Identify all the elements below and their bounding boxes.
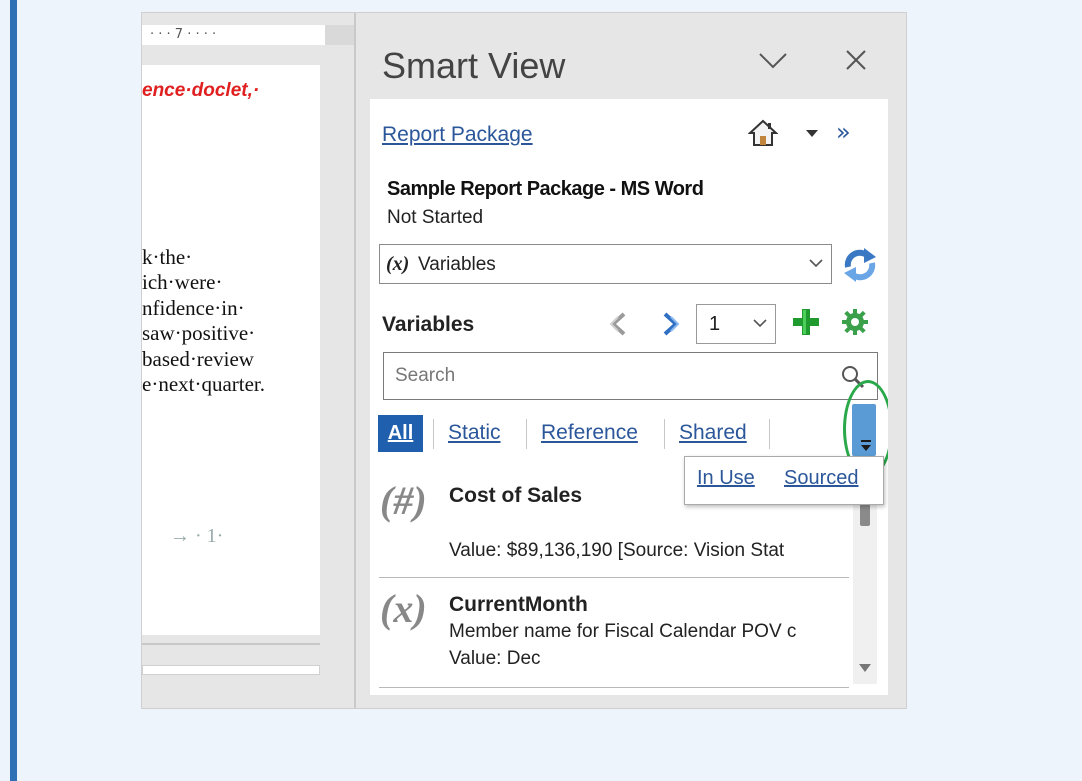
doc-line: nfidence·in· (142, 295, 245, 320)
doc-line: k·the· (142, 245, 193, 269)
filter-all-label: All (387, 422, 414, 444)
filter-divider (664, 419, 665, 449)
filter-static-label: Static (448, 421, 501, 444)
package-status: Not Started (387, 207, 484, 228)
page-separator (142, 643, 320, 645)
menu-item-in-use[interactable]: In Use (697, 467, 755, 490)
horizontal-scrollbar[interactable] (142, 665, 320, 675)
document-area: · · · 7 · · · · ence·doclet,· k·the· ich… (142, 13, 355, 708)
filter-tab-all[interactable]: All (378, 415, 423, 452)
menu-in-use-label: In Use (697, 467, 755, 489)
filter-shared-label: Shared (679, 421, 747, 444)
variables-glyph-icon: (x) (386, 253, 410, 275)
variables-heading: Variables (382, 313, 475, 336)
item-detail: Member name for Fiscal Calendar POV c (449, 621, 797, 642)
page-accent-bar (10, 0, 17, 781)
document-body-text: k·the· ich·were· nfidence·in· saw·positi… (142, 245, 265, 397)
report-package-link[interactable]: Report Package (382, 123, 533, 147)
page-number-value: 1 (709, 313, 721, 335)
item-divider (379, 577, 849, 578)
filter-tab-shared[interactable]: Shared (679, 421, 747, 445)
search-input[interactable] (384, 353, 837, 399)
pane-options-chevron-icon[interactable] (757, 49, 789, 73)
number-variable-icon: (#) (380, 478, 427, 523)
filter-overflow-menu: In Use Sourced (684, 456, 884, 505)
home-dropdown-arrow-icon[interactable] (806, 130, 818, 137)
page-number-select[interactable]: 1 (696, 304, 776, 344)
pane-splitter[interactable] (354, 13, 356, 708)
gear-icon[interactable] (841, 308, 869, 336)
text-variable-icon: (x) (380, 586, 427, 631)
doc-line: ich·were· (142, 270, 223, 295)
view-selector-value: Variables (418, 254, 496, 275)
scroll-down-arrow-icon[interactable] (859, 664, 871, 672)
previous-page-icon[interactable] (606, 311, 630, 337)
app-screenshot: · · · 7 · · · · ence·doclet,· k·the· ich… (141, 12, 907, 709)
report-package-label: Report Package (382, 123, 533, 146)
doc-line: based·review (142, 346, 254, 371)
doc-line: e·next·quarter. (142, 371, 266, 396)
ruler: · · · 7 · · · · (142, 25, 355, 45)
item-detail: Value: $89,136,190 [Source: Vision Stat (449, 540, 785, 561)
filter-divider (433, 419, 434, 449)
next-page-icon[interactable] (659, 311, 683, 337)
doc-line: saw·positive· (142, 321, 256, 346)
search-box (383, 352, 878, 400)
chevron-down-icon (809, 259, 823, 268)
chevron-down-icon (753, 319, 767, 328)
home-icon[interactable] (748, 119, 778, 147)
ruler-text: · · · 7 · · · · (150, 27, 217, 42)
filter-divider (526, 419, 527, 449)
filter-tab-static[interactable]: Static (448, 421, 501, 445)
item-name: Cost of Sales (449, 484, 583, 507)
expand-double-chevron-icon[interactable]: » (836, 118, 851, 146)
menu-item-sourced[interactable]: Sourced (784, 467, 859, 490)
package-name: Sample Report Package - MS Word (387, 178, 704, 200)
document-red-heading: ence·doclet,· (142, 80, 260, 101)
pane-title: Smart View (382, 45, 566, 86)
item-detail: Value: Dec (449, 648, 541, 669)
add-icon[interactable] (791, 307, 821, 337)
close-icon[interactable] (842, 46, 870, 74)
vertical-scrollbar[interactable] (853, 504, 877, 684)
filter-tab-reference[interactable]: Reference (541, 421, 638, 445)
document-footer-marks: → · 1· (170, 525, 224, 547)
list-item[interactable]: (x) CurrentMonth Member name for Fiscal … (380, 585, 850, 685)
filter-divider (769, 419, 770, 449)
refresh-icon[interactable] (840, 245, 880, 285)
ruler-margin (325, 25, 355, 45)
scrollbar-thumb[interactable] (860, 504, 870, 526)
smart-view-panel: Report Package » Sample Report Package -… (370, 99, 888, 695)
menu-sourced-label: Sourced (784, 467, 859, 489)
filter-reference-label: Reference (541, 421, 638, 444)
item-divider (379, 687, 849, 688)
item-name: CurrentMonth (449, 593, 588, 616)
view-selector-dropdown[interactable]: (x) Variables (379, 244, 832, 284)
